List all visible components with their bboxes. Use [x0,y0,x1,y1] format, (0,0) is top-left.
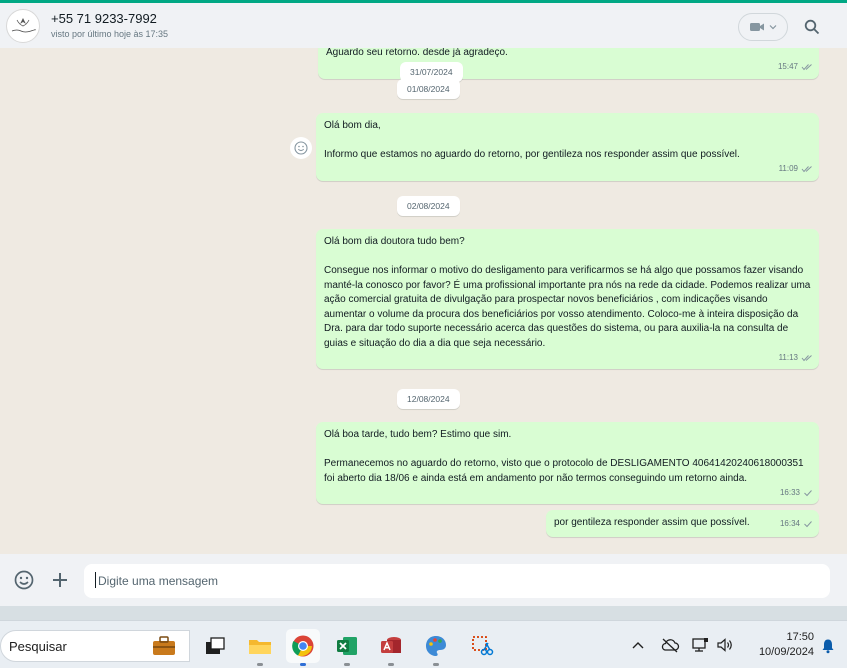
access-button[interactable] [374,629,408,666]
search-button[interactable] [800,15,824,39]
message-text: Olá boa tarde, tudo bem? Estimo que sim.… [324,429,804,484]
briefcase-icon [153,636,175,655]
delivered-tick-icon [804,521,812,528]
windows-taskbar: Pesquisar 17:50 10/09/2024 [0,620,847,668]
message-bubble[interactable]: Olá boa tarde, tudo bem? Estimo que sim.… [316,422,819,504]
file-explorer-button[interactable] [243,629,277,666]
chrome-button[interactable] [286,629,320,666]
message-bubble[interactable]: por gentileza responder assim que possív… [546,510,819,537]
message-composer [0,554,847,606]
volume-control[interactable] [716,637,734,653]
paint-button[interactable] [419,629,453,666]
contact-name: +55 71 9233-7992 [51,11,157,26]
emoji-button[interactable] [12,568,36,592]
contact-avatar[interactable] [6,9,40,43]
network-icon [692,638,708,652]
date-separator: 01/08/2024 [397,79,460,99]
palette-icon [426,636,446,656]
message-meta: 11:13 [779,351,813,366]
last-seen: visto por último hoje às 17:35 [51,29,169,39]
network-status[interactable] [691,637,709,653]
app-running-indicator [344,663,350,666]
message-text: Olá bom dia doutora tudo bem? Consegue n… [324,236,811,349]
window-bottom-strip [0,606,847,620]
date-separator: 02/08/2024 [397,196,460,216]
notifications-button[interactable] [820,638,836,659]
message-bubble[interactable]: Olá bom dia doutora tudo bem? Consegue n… [316,229,819,369]
onedrive-status[interactable] [660,637,680,653]
chevron-up-icon [632,642,644,649]
clock-time: 17:50 [786,631,814,643]
emoji-icon [14,570,34,590]
snipping-icon [472,636,494,656]
chat-messages-area[interactable]: Aguardo seu retorno. desde já agradeço. … [0,48,847,554]
message-time: 11:13 [778,352,798,362]
message-time: 15:47 [777,62,798,71]
message-text: Aguardo seu retorno. desde já agradeço. [326,48,508,58]
attach-button[interactable] [48,568,72,592]
folder-icon [249,640,271,654]
snipping-tool-button[interactable] [465,629,499,663]
message-text: Olá bom dia, Informo que estamos no agua… [324,120,740,160]
read-ticks-icon [801,64,812,71]
clock-date: 10/09/2024 [758,646,814,658]
message-meta: 11:09 [779,162,813,177]
task-view-icon [206,637,225,654]
search-icon [804,19,820,35]
text-cursor [95,572,96,588]
task-view-button[interactable] [198,629,232,663]
message-time: 16:34 [779,519,800,528]
app-running-indicator [300,663,306,666]
app-running-indicator [257,663,263,666]
taskbar-clock[interactable]: 17:50 10/09/2024 [748,630,814,660]
plus-icon [53,573,67,587]
react-button[interactable] [290,137,312,159]
taskbar-search-label: Pesquisar [9,639,67,654]
app-running-indicator [388,663,394,666]
message-text: por gentileza responder assim que possív… [554,517,750,528]
message-time: 11:09 [778,164,798,173]
message-meta: 16:33 [780,486,813,501]
message-meta: 15:47 [778,60,813,75]
chrome-icon [292,635,314,657]
access-icon [381,637,401,653]
excel-icon [337,637,357,655]
read-ticks-icon [801,354,812,362]
bell-icon [822,639,834,654]
speaker-icon [717,638,732,652]
chat-header: +55 71 9233-7992 visto por último hoje à… [0,3,847,48]
video-camera-icon [750,23,764,31]
message-time: 16:33 [779,487,800,497]
message-meta: 16:34 [780,517,813,532]
excel-button[interactable] [330,629,364,666]
message-bubble[interactable]: Olá bom dia, Informo que estamos no agua… [316,113,819,181]
message-bubble[interactable]: Aguardo seu retorno. desde já agradeço. … [318,48,819,79]
app-running-indicator [433,663,439,666]
read-ticks-icon [801,166,812,173]
chevron-down-icon [769,25,777,30]
video-call-button[interactable] [738,13,788,41]
date-separator: 12/08/2024 [397,389,460,409]
tray-overflow-button[interactable] [632,637,644,653]
delivered-tick-icon [804,489,812,496]
emoji-icon [294,141,308,155]
taskbar-search[interactable]: Pesquisar [0,630,190,662]
message-input[interactable] [84,564,830,598]
cloud-offline-icon [661,638,680,653]
contact-info[interactable]: +55 71 9233-7992 visto por último hoje à… [51,11,168,39]
